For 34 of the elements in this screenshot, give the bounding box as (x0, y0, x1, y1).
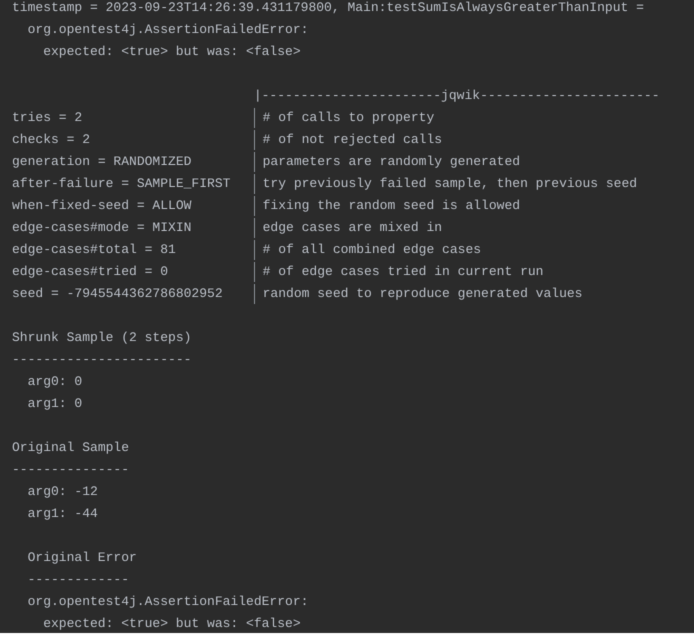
setting-description: fixing the random seed is allowed (254, 196, 520, 216)
setting-description: # of all combined edge cases (254, 240, 482, 260)
table-header-rule: |-----------------------jqwik----------------------- (254, 87, 660, 106)
setting-description: random seed to reproduce generated values (254, 284, 582, 304)
setting-description: edge cases are mixed in (254, 218, 442, 238)
console-line: arg1: -44 (28, 505, 98, 524)
section-title: Original Error (28, 549, 137, 568)
setting-description: # of edge cases tried in current run (254, 262, 544, 282)
console-line: expected: <true> but was: <false> (43, 43, 301, 62)
dashed-rule: --------------- (12, 461, 130, 480)
setting-key: edge-cases#total = 81 (12, 242, 176, 258)
console-line: arg0: -12 (28, 483, 98, 502)
dashed-rule: ----------------------- (12, 351, 192, 370)
setting-description: try previously failed sample, then previous seed (254, 174, 638, 194)
setting-key: seed = -7945544362786802952 (12, 286, 223, 302)
dashed-rule: ------------- (28, 571, 130, 590)
section-title: Shrunk Sample (2 steps) (12, 329, 192, 348)
console-line: timestamp = 2023-09-23T14:26:39.431179800, Main:testSumIsAlwaysGreaterThanInput = (12, 0, 644, 18)
console-line: expected: <true> but was: <false> (43, 615, 301, 633)
setting-description: # of calls to property (254, 108, 434, 128)
setting-key: edge-cases#mode = MIXIN (12, 220, 192, 236)
section-title: Original Sample (12, 439, 130, 458)
setting-key: tries = 2 (12, 110, 82, 126)
console-line: org.opentest4j.AssertionFailedError: (28, 593, 308, 612)
setting-key: when-fixed-seed = ALLOW (12, 198, 192, 214)
setting-key: edge-cases#tried = 0 (12, 264, 168, 280)
console-line: arg0: 0 (28, 373, 82, 392)
setting-key: generation = RANDOMIZED (12, 154, 192, 170)
setting-description: # of not rejected calls (254, 130, 442, 150)
setting-key: checks = 2 (12, 132, 90, 148)
setting-description: parameters are randomly generated (254, 152, 520, 172)
console-line: arg1: 0 (28, 395, 82, 414)
setting-key: after-failure = SAMPLE_FIRST (12, 176, 230, 192)
console-line: org.opentest4j.AssertionFailedError: (28, 21, 308, 40)
